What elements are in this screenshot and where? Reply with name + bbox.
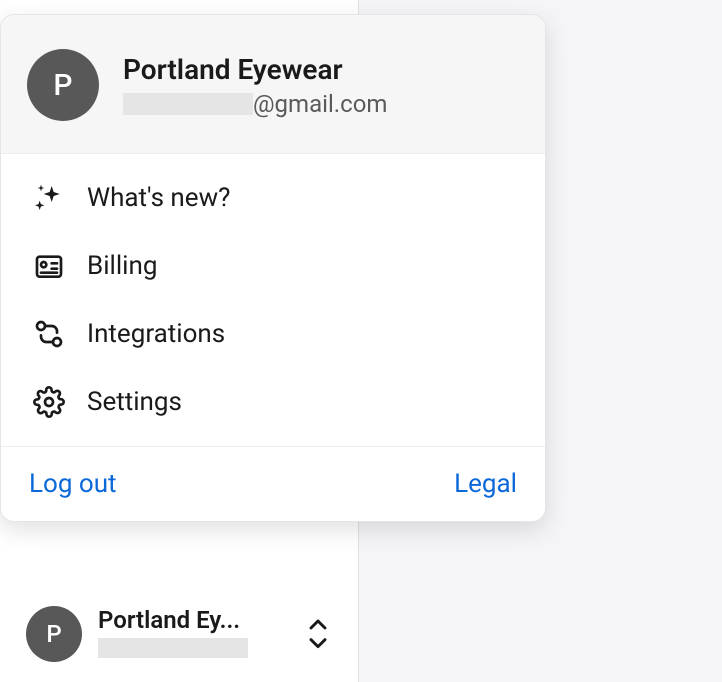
- popover-footer: Log out Legal: [1, 446, 545, 521]
- sparkles-icon: [33, 182, 65, 214]
- account-email-redacted: [98, 638, 288, 662]
- account-switcher[interactable]: P Portland Ey...: [0, 606, 358, 662]
- email-redacted-part: [123, 93, 253, 115]
- account-switcher-text: Portland Ey...: [98, 606, 288, 662]
- billing-icon: [33, 250, 65, 282]
- gear-icon: [33, 386, 65, 418]
- chevron-up-down-icon: [304, 614, 332, 654]
- menu-item-label: Settings: [87, 387, 182, 417]
- menu-item-label: What's new?: [87, 183, 230, 213]
- legal-button[interactable]: Legal: [454, 469, 517, 499]
- menu-item-billing[interactable]: Billing: [1, 232, 545, 300]
- account-name-truncated: Portland Ey...: [98, 606, 288, 634]
- avatar: P: [26, 606, 82, 662]
- menu-item-label: Integrations: [87, 319, 225, 349]
- account-name: Portland Eyewear: [123, 53, 519, 86]
- menu-item-whats-new[interactable]: What's new?: [1, 164, 545, 232]
- menu-item-label: Billing: [87, 251, 157, 281]
- account-popover: P Portland Eyewear @gmail.com What's new…: [0, 14, 546, 522]
- popover-header: P Portland Eyewear @gmail.com: [1, 15, 545, 154]
- integrations-icon: [33, 318, 65, 350]
- menu-item-integrations[interactable]: Integrations: [1, 300, 545, 368]
- account-email: @gmail.com: [123, 90, 519, 118]
- email-domain: @gmail.com: [253, 90, 387, 118]
- logout-button[interactable]: Log out: [29, 469, 117, 499]
- menu-list: What's new? Billing: [1, 154, 545, 446]
- avatar: P: [27, 49, 99, 121]
- menu-item-settings[interactable]: Settings: [1, 368, 545, 436]
